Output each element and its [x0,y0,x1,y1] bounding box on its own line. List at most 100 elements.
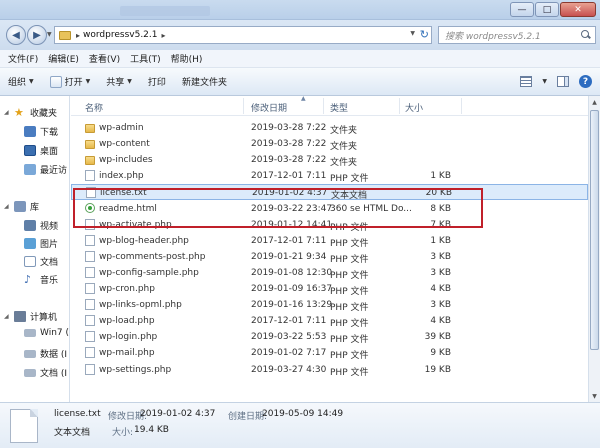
refresh-button[interactable]: ↻ [420,28,429,41]
search-input[interactable]: 搜索 wordpressv5.2.1 [438,26,596,44]
nav-pictures[interactable]: 图片 [24,237,58,250]
expand-arrow-icon[interactable]: ◢ [4,109,10,116]
breadcrumb-wordpress[interactable]: wordpressv5.2.1 [83,30,157,40]
file-date: 2019-03-27 4:30 [251,364,327,375]
column-type[interactable]: 类型 [330,101,348,114]
scroll-up-arrow[interactable]: ▲ [589,96,600,108]
file-type: PHP 文件 [330,319,369,330]
help-icon[interactable]: ? [579,75,592,88]
nav-desktop[interactable]: 桌面 [24,144,58,157]
file-name: wp-cron.php [99,284,155,294]
column-divider[interactable] [323,98,324,114]
nav-music[interactable]: ♪ 音乐 [24,273,58,286]
file-date: 2019-03-22 5:53 [251,332,327,343]
nav-drive-win7[interactable]: Win7 ( [24,328,69,338]
share-button[interactable]: 共享 ▼ [106,75,132,88]
file-row[interactable]: license.txt 2019-01-02 4:37 文本文档 20 KB [71,184,588,201]
file-size: 3 KB [430,251,451,262]
column-name[interactable]: 名称 [85,101,103,114]
menu-file[interactable]: 文件(F) [8,52,38,65]
file-row[interactable]: wp-mail.php 2019-01-02 7:17 PHP 文件 9 KB [71,345,588,361]
file-row[interactable]: wp-settings.php 2019-03-27 4:30 PHP 文件 19 K… [71,362,588,378]
file-name: wp-blog-header.php [99,235,189,246]
file-type: 文件夹 [330,142,358,153]
recent-pages-dropdown[interactable]: ▼ [47,31,52,38]
new-folder-label: 新建文件夹 [181,78,227,88]
music-icon: ♪ [24,273,32,286]
vertical-scrollbar[interactable]: ▲ ▼ [588,96,600,402]
path-separator-trailing[interactable]: ▸ [162,31,166,40]
details-created-value: 2019-05-09 14:49 [262,409,344,419]
file-row[interactable]: index.php 2017-12-01 7:11 PHP 文件 1 KB [71,168,588,184]
file-row[interactable]: wp-activate.php 2019-01-12 14:41 PHP 文件 7 K… [71,217,588,233]
file-row[interactable]: wp-config-sample.php 2019-01-08 12:30 PHP … [71,265,588,281]
menu-view[interactable]: 查看(V) [89,52,120,65]
back-button[interactable]: ◀ [6,25,26,45]
file-row[interactable]: wp-admin 2019-03-28 7:22 文件夹 [71,120,588,136]
forward-button[interactable]: ▶ [27,25,47,45]
file-row[interactable]: readme.html 2019-03-22 23:47 360 se HTML D… [71,201,588,217]
column-divider[interactable] [243,98,244,114]
address-dropdown[interactable]: ▼ [410,30,415,37]
scroll-thumb[interactable] [590,110,599,350]
file-type: PHP 文件 [330,174,369,185]
change-view-icon[interactable] [520,76,533,87]
file-name: wp-load.php [99,316,155,327]
menu-edit[interactable]: 编辑(E) [48,52,79,65]
expand-arrow-icon[interactable]: ◢ [4,313,10,320]
nav-drive-docs[interactable]: 文档 (I [24,366,67,379]
file-row[interactable]: wp-links-opml.php 2019-01-16 13:29 PHP 文件 3… [71,297,588,313]
file-size: 19 KB [424,364,451,375]
close-button[interactable]: ✕ [560,2,596,17]
file-row[interactable]: wp-comments-post.php 2019-01-21 9:34 PHP 文… [71,249,588,265]
column-divider[interactable] [399,98,400,114]
column-divider[interactable] [461,98,462,114]
file-row[interactable]: wp-login.php 2019-03-22 5:53 PHP 文件 39 KB [71,329,588,345]
preview-pane-icon[interactable] [557,76,569,87]
file-icon [85,299,95,311]
minimize-button[interactable]: — [510,2,534,17]
print-button[interactable]: 打印 [148,75,166,88]
search-icon[interactable] [581,30,591,40]
nav-recent-label: 最近访 [40,166,68,176]
nav-documents[interactable]: 文档 [24,255,58,268]
path-separator[interactable]: ▸ [76,31,80,40]
column-size[interactable]: 大小 [405,101,423,114]
open-button[interactable]: 打开 ▼ [49,75,90,88]
menu-tools[interactable]: 工具(T) [130,52,161,65]
file-date: 2019-03-28 7:22 [251,123,327,133]
details-modified-value: 2019-01-02 4:37 [140,409,216,419]
menu-bar: 文件(F) 编辑(E) 查看(V) 工具(T) 帮助(H) [0,50,600,68]
file-icon [85,331,95,343]
pictures-icon [24,238,36,249]
address-bar[interactable]: ▸ wordpressv5.2.1 ▸ ▼ ↻ [54,26,432,44]
nav-downloads[interactable]: 下载 [24,125,58,138]
nav-favorites[interactable]: ◢ ★ 收藏夹 [4,106,57,119]
scroll-down-arrow[interactable]: ▼ [589,390,600,402]
file-row[interactable]: wp-cron.php 2019-01-09 16:37 PHP 文件 4 KB [71,281,588,297]
column-date[interactable]: 修改日期 [251,101,287,114]
menu-help[interactable]: 帮助(H) [171,52,203,65]
nav-recent[interactable]: 最近访 [24,163,67,176]
computer-icon [14,311,26,322]
file-row[interactable]: wp-blog-header.php 2017-12-01 7:11 PHP 文件 1… [71,233,588,249]
file-row[interactable]: wp-includes 2019-03-28 7:22 文件夹 [71,152,588,168]
file-date: 2019-01-08 12:30 [251,267,333,278]
command-bar: 组织 ▼ 打开 ▼ 共享 ▼ 打印 新建文件夹 ▼ ? [0,68,600,96]
folder-icon [85,156,95,166]
file-size: 7 KB [430,219,451,230]
file-icon [85,363,95,375]
expand-arrow-icon[interactable]: ◢ [4,203,10,210]
new-folder-button[interactable]: 新建文件夹 [182,75,227,88]
file-row[interactable]: wp-content 2019-03-28 7:22 文件夹 [71,136,588,152]
view-dropdown-icon[interactable]: ▼ [542,78,547,85]
nav-videos[interactable]: 视频 [24,219,58,232]
nav-libraries[interactable]: ◢ 库 [4,200,39,213]
file-row[interactable]: wp-load.php 2017-12-01 7:11 PHP 文件 4 KB [71,313,588,329]
file-date: 2019-03-28 7:22 [251,139,327,150]
nav-drive-data[interactable]: 数据 (I [24,347,67,360]
file-name: wp-settings.php [99,364,172,375]
maximize-button[interactable]: □ [535,2,559,17]
nav-computer[interactable]: ◢ 计算机 [4,310,57,323]
organize-button[interactable]: 组织 ▼ [8,75,34,88]
